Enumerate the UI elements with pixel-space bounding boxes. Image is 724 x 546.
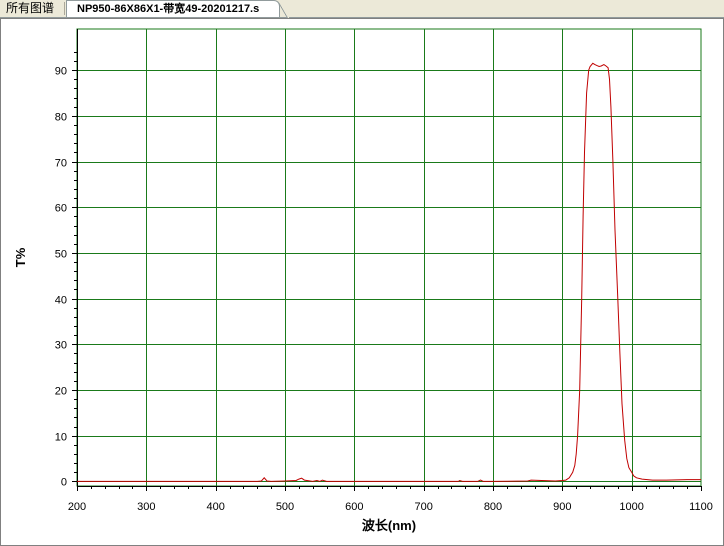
- tab-divider: [64, 2, 65, 15]
- tab-current-file[interactable]: NP950-86X86X1-带宽49-20201217.s: [66, 0, 289, 18]
- y-tick-label: 80: [55, 112, 67, 124]
- chart-panel: 200 300 400 500 600 700 800 900 1000 1100 0 10 20 30 4…: [0, 18, 724, 546]
- x-tick-label: 600: [345, 501, 363, 513]
- x-tick-label: 700: [414, 501, 432, 513]
- x-tick-label: 1000: [619, 501, 643, 513]
- x-tick-label: 1100: [689, 501, 713, 513]
- x-tick-label: 400: [206, 501, 224, 513]
- x-axis-title: 波长(nm): [362, 518, 416, 533]
- spectrum-chart[interactable]: 200 300 400 500 600 700 800 900 1000 1100 0 10 20 30 4…: [1, 19, 723, 545]
- x-tick-label: 200: [68, 501, 86, 513]
- x-tick-label: 300: [137, 501, 155, 513]
- y-tick-label: 50: [55, 249, 67, 261]
- y-tick-label: 70: [55, 158, 67, 170]
- y-tick-label: 90: [55, 66, 67, 78]
- y-axis-title: T%: [13, 247, 28, 267]
- y-tick-label: 30: [55, 340, 67, 352]
- y-tick-label: 60: [55, 203, 67, 215]
- plot-area: [76, 28, 702, 487]
- y-tick-label: 20: [55, 386, 67, 398]
- y-tick-label: 40: [55, 295, 67, 307]
- y-tick-label: 10: [55, 432, 67, 444]
- tab-bar: 所有图谱 NP950-86X86X1-带宽49-20201217.s: [0, 0, 724, 18]
- x-tick-label: 500: [276, 501, 294, 513]
- tab-all-spectra[interactable]: 所有图谱: [2, 0, 68, 16]
- x-tick-label: 800: [484, 501, 502, 513]
- y-tick-label: 0: [61, 477, 67, 489]
- x-tick-label: 900: [553, 501, 571, 513]
